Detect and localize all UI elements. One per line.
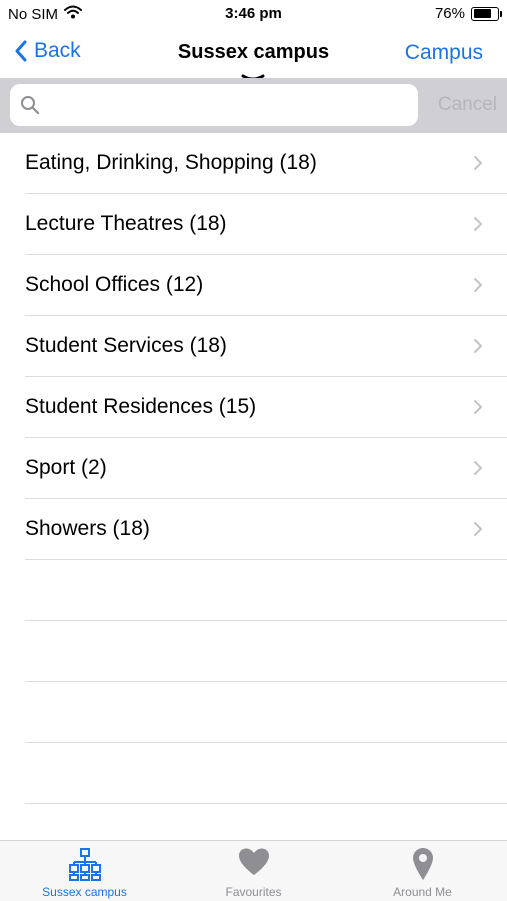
battery-percent: 76% <box>434 5 465 22</box>
status-time: 3:46 pm <box>225 5 282 22</box>
search-bar: Cancel <box>0 78 507 133</box>
chevron-right-icon <box>474 461 483 475</box>
list-item[interactable]: Eating, Drinking, Shopping (18) <box>0 133 507 194</box>
list-item[interactable]: Showers (18) <box>0 499 507 560</box>
chevron-right-icon <box>474 522 483 536</box>
navigation-bar: Back Sussex campus Campus <box>0 28 507 81</box>
tab-around-me[interactable]: Around Me <box>338 841 507 901</box>
tab-label: Favourites <box>225 885 282 899</box>
search-icon <box>20 95 40 120</box>
category-list: Eating, Drinking, Shopping (18) Lecture … <box>0 133 507 804</box>
empty-row <box>0 621 507 682</box>
battery-nub <box>500 10 502 17</box>
list-item[interactable]: Sport (2) <box>0 438 507 499</box>
campus-button[interactable]: Campus <box>405 41 483 65</box>
list-item-label: School Offices (12) <box>25 273 204 296</box>
tab-label: Sussex campus <box>42 885 127 899</box>
empty-row <box>0 560 507 621</box>
battery-icon <box>471 6 502 21</box>
search-field[interactable] <box>10 84 418 126</box>
chevron-right-icon <box>474 400 483 414</box>
chevron-right-icon <box>474 278 483 292</box>
search-input[interactable] <box>48 90 412 122</box>
list-item-label: Student Services (18) <box>25 334 227 357</box>
divider <box>25 803 507 804</box>
chevron-right-icon <box>474 339 483 353</box>
list-item[interactable]: Student Services (18) <box>0 316 507 377</box>
list-item-label: Eating, Drinking, Shopping (18) <box>25 151 317 174</box>
empty-row <box>0 743 507 804</box>
empty-row <box>0 682 507 743</box>
list-item[interactable]: Student Residences (15) <box>0 377 507 438</box>
tab-sussex-campus[interactable]: Sussex campus <box>0 841 169 901</box>
tab-favourites[interactable]: Favourites <box>169 841 338 901</box>
chevron-right-icon <box>474 156 483 170</box>
list-item[interactable]: Lecture Theatres (18) <box>0 194 507 255</box>
tab-label: Around Me <box>393 885 452 899</box>
list-item-label: Lecture Theatres (18) <box>25 212 227 235</box>
battery-fill <box>473 9 491 18</box>
location-pin-icon <box>338 847 507 881</box>
list-item-label: Showers (18) <box>25 517 150 540</box>
cancel-button[interactable]: Cancel <box>438 94 497 116</box>
list-item-label: Sport (2) <box>25 456 107 479</box>
chevron-right-icon <box>474 217 483 231</box>
heart-icon <box>169 847 338 877</box>
list-item[interactable]: School Offices (12) <box>0 255 507 316</box>
list-item-label: Student Residences (15) <box>25 395 257 418</box>
status-bar: No SIM 3:46 pm 76% <box>0 0 507 28</box>
status-right: 76% <box>434 5 502 22</box>
hierarchy-icon <box>0 847 169 881</box>
tab-bar: Sussex campus Favourites Around Me <box>0 840 507 901</box>
